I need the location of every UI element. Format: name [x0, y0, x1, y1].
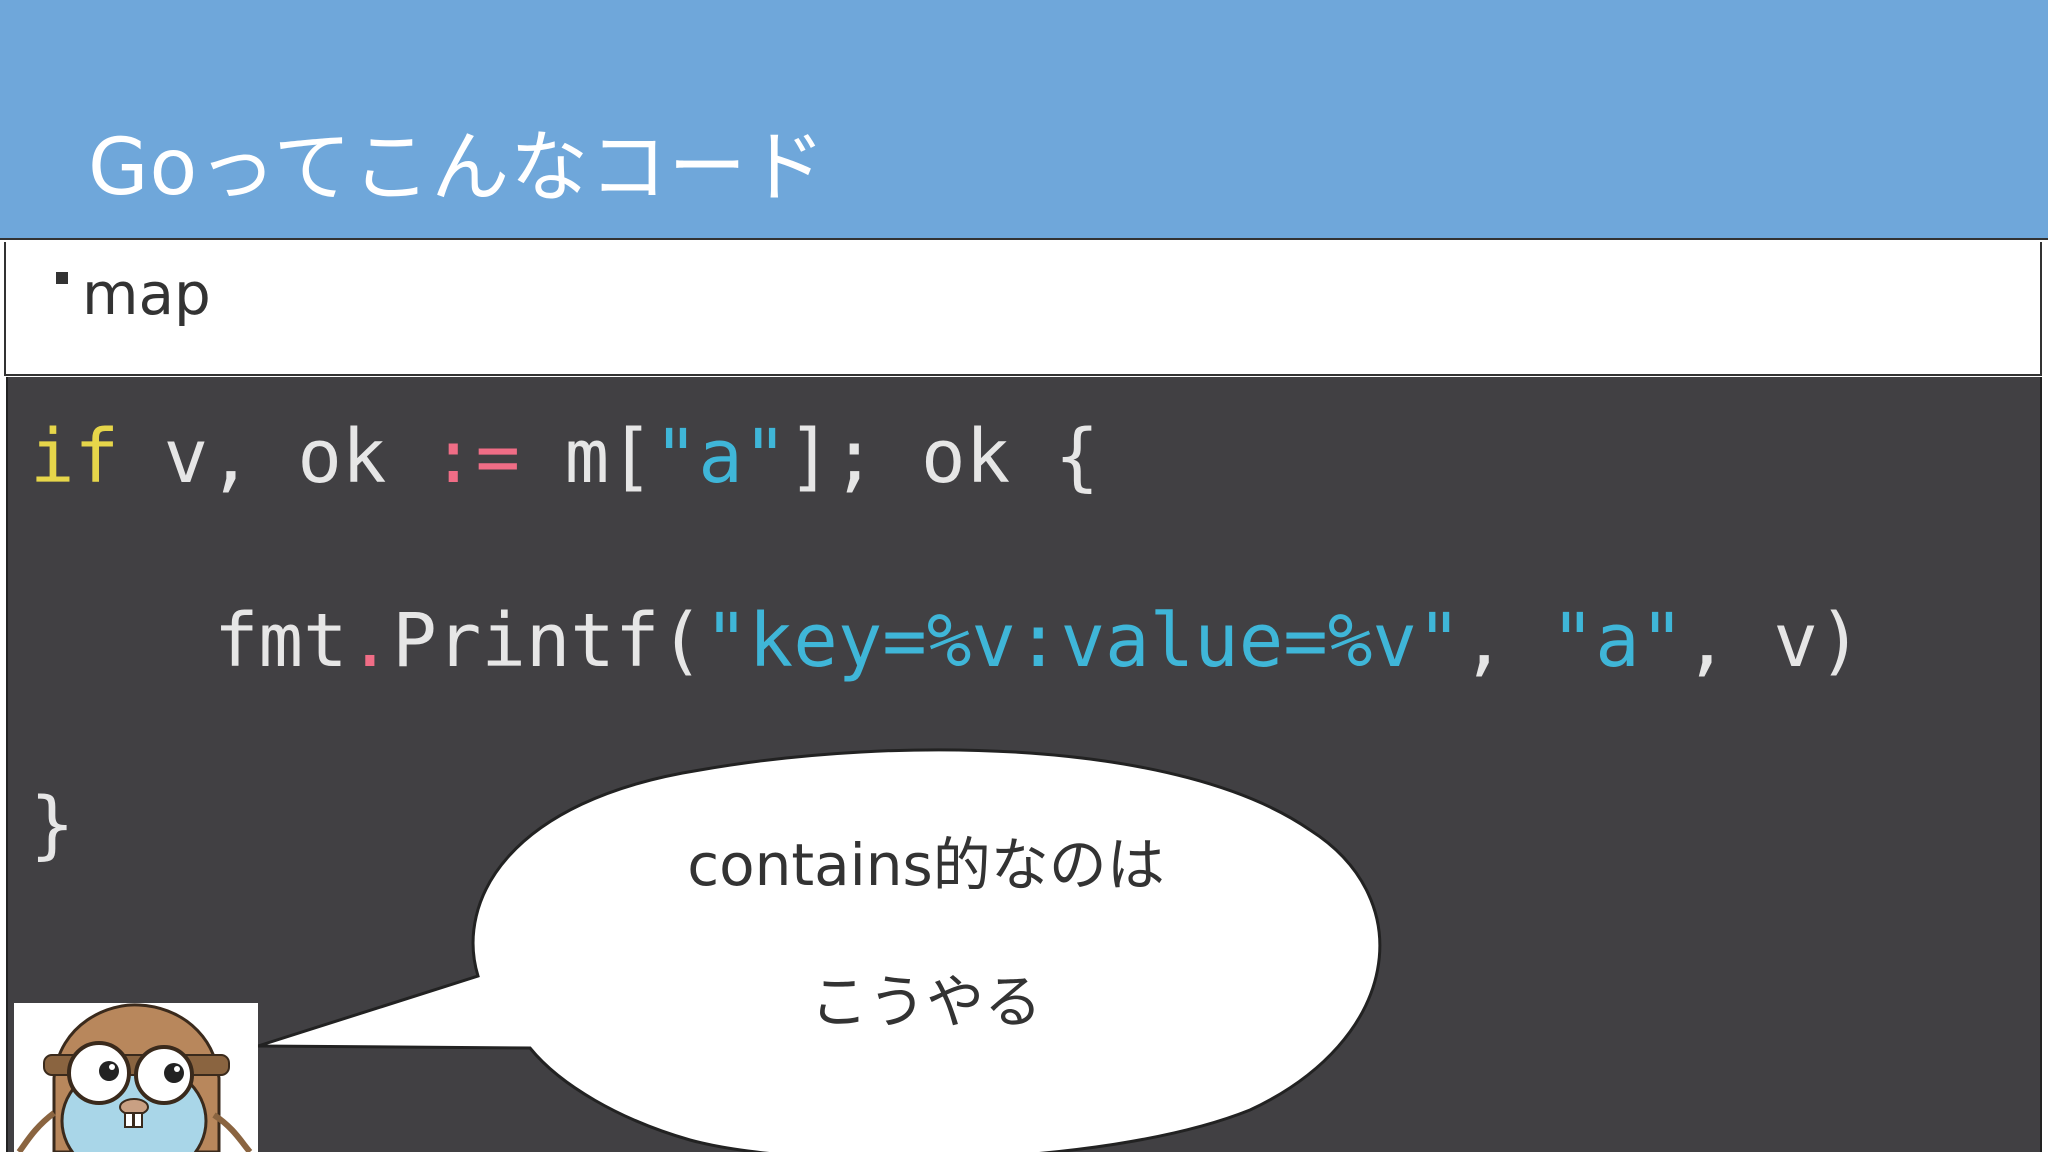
bubble-text-line-2: こうやる	[809, 968, 1042, 1036]
bubble-text-line-1: contains的なのは	[687, 831, 1165, 899]
speech-bubble-shape	[257, 748, 1382, 1152]
gopher-mascot-icon	[14, 1003, 258, 1156]
gopher-mascot-icon	[16, 1003, 253, 1156]
